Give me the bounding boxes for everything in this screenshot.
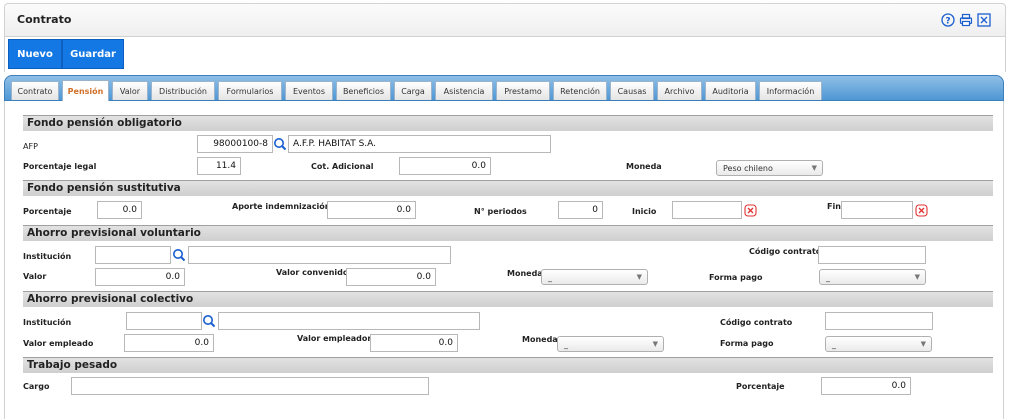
severance-contribution-input[interactable]: 0.0	[327, 201, 416, 219]
tab-prestamo[interactable]: Prestamo	[496, 81, 550, 100]
afp-name-input[interactable]: A.F.P. HABITAT S.A.	[288, 135, 551, 153]
additional-contribution-input[interactable]: 0.0	[399, 157, 491, 175]
section-collective-savings: Ahorro previsional colectivo	[23, 291, 993, 307]
legal-percentage-label: Porcentaje legal	[23, 162, 97, 171]
legal-percentage-input[interactable]: 11.4	[197, 157, 241, 175]
print-icon[interactable]	[959, 13, 973, 27]
voluntary-payment-select[interactable]: _ ▼	[819, 269, 926, 285]
window-titlebar: Contrato ?	[4, 3, 1006, 37]
section-mandatory-fund: Fondo pensión obligatorio	[23, 115, 993, 131]
section-heavy-work: Trabajo pesado	[23, 357, 993, 373]
heavy-work-percentage-input[interactable]: 0.0	[821, 377, 911, 395]
start-date-input[interactable]	[672, 201, 742, 219]
agreed-value-label: Valor convenido	[276, 268, 349, 277]
voluntary-value-input[interactable]: 0.0	[95, 268, 185, 286]
end-date-input[interactable]	[841, 201, 913, 219]
toolbar: Nuevo Guardar	[4, 37, 1006, 72]
section-substitute-fund: Fondo pensión sustitutiva	[23, 180, 993, 196]
heavy-work-percentage-label: Porcentaje	[736, 382, 785, 391]
mandatory-currency-value: Peso chileno	[723, 163, 773, 173]
collective-currency-label: Moneda	[522, 335, 558, 344]
collective-institution-label: Institución	[23, 318, 72, 327]
voluntary-currency-label: Moneda	[507, 269, 543, 278]
collective-payment-label: Forma pago	[720, 339, 774, 348]
tab-bar: Contrato Pensión Valor Distribución Form…	[4, 75, 1004, 101]
clear-icon[interactable]	[744, 204, 757, 217]
collective-currency-select[interactable]: _ ▼	[557, 336, 664, 352]
employee-value-label: Valor empleado	[23, 339, 94, 348]
svg-text:?: ?	[945, 17, 950, 27]
chevron-down-icon: ▼	[920, 340, 926, 348]
voluntary-payment-label: Forma pago	[709, 273, 763, 282]
mandatory-currency-select[interactable]: Peso chileno ▼	[716, 160, 823, 176]
collective-institution-code-input[interactable]	[126, 312, 202, 330]
tab-archivo[interactable]: Archivo	[657, 81, 702, 100]
chevron-down-icon: ▼	[811, 164, 817, 172]
collective-contract-code-label: Código contrato	[720, 318, 793, 327]
tab-distribucion[interactable]: Distribución	[151, 81, 215, 100]
employee-value-input[interactable]: 0.0	[124, 334, 214, 352]
help-icon[interactable]: ?	[941, 13, 955, 27]
voluntary-institution-name-input[interactable]	[188, 246, 451, 264]
save-button[interactable]: Guardar	[62, 39, 124, 69]
chevron-down-icon: ▼	[636, 273, 642, 281]
position-input[interactable]	[71, 377, 429, 395]
voluntary-payment-value: _	[826, 272, 830, 282]
substitute-percentage-label: Porcentaje	[23, 207, 72, 216]
tab-auditoria[interactable]: Auditoria	[705, 81, 756, 100]
periods-label: N° periodos	[474, 207, 527, 216]
tab-valor[interactable]: Valor	[112, 81, 148, 100]
tab-pension[interactable]: Pensión	[62, 80, 109, 101]
afp-label: AFP	[23, 142, 38, 151]
agreed-value-input[interactable]: 0.0	[346, 268, 436, 286]
tab-causas[interactable]: Causas	[610, 81, 654, 100]
employer-value-label: Valor empleador	[297, 334, 372, 343]
end-date-label: Fin	[827, 202, 841, 211]
window-actions: ?	[941, 13, 991, 27]
tab-beneficios[interactable]: Beneficios	[336, 81, 391, 100]
tab-informacion[interactable]: Información	[759, 81, 822, 100]
close-icon[interactable]	[977, 13, 991, 27]
periods-input[interactable]: 0	[558, 201, 603, 219]
tab-retencion[interactable]: Retención	[553, 81, 607, 100]
substitute-percentage-input[interactable]: 0.0	[97, 201, 142, 219]
voluntary-contract-code-input[interactable]	[818, 246, 926, 264]
collective-payment-select[interactable]: _ ▼	[825, 336, 932, 352]
voluntary-value-label: Valor	[23, 272, 47, 281]
tab-contrato[interactable]: Contrato	[11, 81, 59, 100]
start-date-label: Inicio	[632, 207, 657, 216]
voluntary-institution-code-input[interactable]	[95, 246, 171, 264]
employer-value-input[interactable]: 0.0	[370, 334, 458, 352]
chevron-down-icon: ▼	[914, 273, 920, 281]
mandatory-currency-label: Moneda	[626, 162, 662, 171]
voluntary-institution-label: Institución	[23, 252, 72, 261]
section-voluntary-savings: Ahorro previsional voluntario	[23, 225, 993, 241]
clear-icon[interactable]	[915, 204, 928, 217]
afp-code-input[interactable]: 98000100-8	[197, 135, 273, 153]
additional-contribution-label: Cot. Adicional	[311, 162, 374, 171]
search-icon[interactable]	[273, 137, 287, 151]
position-label: Cargo	[23, 382, 50, 391]
severance-contribution-label: Aporte indemnización	[232, 202, 331, 211]
voluntary-contract-code-label: Código contrato	[749, 247, 822, 256]
voluntary-currency-value: _	[548, 272, 552, 282]
tab-carga[interactable]: Carga	[394, 81, 432, 100]
collective-contract-code-input[interactable]	[825, 312, 933, 330]
tab-asistencia[interactable]: Asistencia	[435, 81, 493, 100]
search-icon[interactable]	[172, 248, 186, 262]
collective-payment-value: _	[832, 339, 836, 349]
window-title: Contrato	[17, 13, 72, 26]
search-icon[interactable]	[202, 314, 216, 328]
new-button[interactable]: Nuevo	[8, 39, 62, 69]
collective-currency-value: _	[564, 339, 568, 349]
chevron-down-icon: ▼	[652, 340, 658, 348]
tab-content-pension: Fondo pensión obligatorio AFP 98000100-8…	[4, 101, 1004, 419]
tab-eventos[interactable]: Eventos	[285, 81, 333, 100]
collective-institution-name-input[interactable]	[218, 312, 480, 330]
tab-formularios[interactable]: Formularios	[218, 81, 282, 100]
voluntary-currency-select[interactable]: _ ▼	[541, 269, 648, 285]
